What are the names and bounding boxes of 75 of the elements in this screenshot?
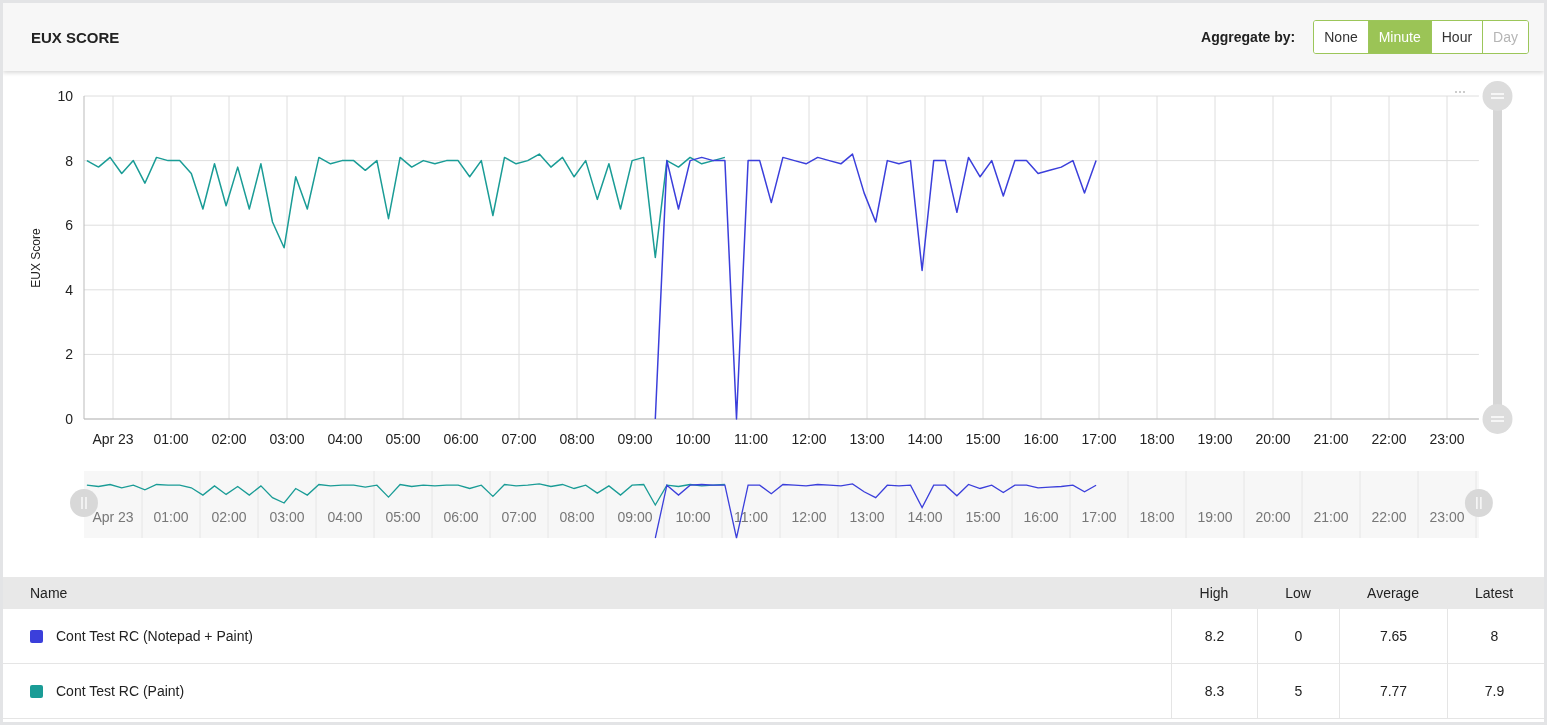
x-tick-label: 12:00 — [791, 431, 827, 447]
table-cell: 0 — [1294, 628, 1303, 644]
navigator-time-label: 02:00 — [211, 509, 247, 525]
navigator-time-label: Apr 23 — [92, 509, 134, 525]
x-tick-label: 23:00 — [1429, 431, 1465, 447]
navigator-time-label: 18:00 — [1139, 509, 1175, 525]
x-tick-label: 05:00 — [385, 431, 421, 447]
table-cell: 7.9 — [1484, 683, 1505, 699]
navigator-right-handle[interactable] — [1464, 489, 1493, 517]
table-cell: 8 — [1490, 628, 1499, 644]
y-tick-label: 0 — [65, 411, 73, 427]
series-name: Cont Test RC (Notepad + Paint) — [56, 628, 253, 644]
x-tick-label: 01:00 — [153, 431, 189, 447]
x-tick-label: 13:00 — [849, 431, 885, 447]
column-header: Name — [29, 585, 69, 601]
table-cell: 8.2 — [1204, 628, 1225, 644]
navigator-time-label: 14:00 — [907, 509, 943, 525]
navigator-time-label: 04:00 — [327, 509, 363, 525]
aggregate-label: Aggregate by: — [1201, 29, 1296, 45]
column-header: Low — [1284, 585, 1312, 601]
aggregate-option-button[interactable]: Hour — [1430, 21, 1483, 53]
table-cell: 8.3 — [1204, 683, 1225, 699]
navigator-time-label: 20:00 — [1255, 509, 1291, 525]
vertical-range-scrollbar[interactable] — [1482, 81, 1513, 434]
y-tick-label: 10 — [57, 88, 73, 104]
navigator-time-label: 15:00 — [965, 509, 1001, 525]
x-tick-label: 17:00 — [1081, 431, 1117, 447]
x-tick-label: 10:00 — [675, 431, 711, 447]
navigator-time-label: 10:00 — [675, 509, 711, 525]
navigator-time-label: 21:00 — [1313, 509, 1349, 525]
y-tick-label: 4 — [65, 281, 73, 298]
column-header: Latest — [1473, 585, 1515, 601]
column-header: Average — [1366, 585, 1420, 601]
navigator-time-label: 01:00 — [153, 509, 189, 525]
x-tick-label: 20:00 — [1255, 431, 1291, 447]
x-tick-label: 21:00 — [1313, 431, 1349, 447]
x-tick-label: 15:00 — [965, 431, 1001, 447]
x-tick-label: Apr 23 — [92, 431, 134, 447]
aggregate-option-button[interactable]: None — [1314, 21, 1368, 53]
x-tick-label: 08:00 — [559, 431, 595, 447]
navigator-time-label: 16:00 — [1023, 509, 1059, 525]
table-cell: 7.65 — [1379, 628, 1408, 644]
x-tick-label: 19:00 — [1197, 431, 1233, 447]
navigator-time-label: 23:00 — [1429, 509, 1465, 525]
table-cell: 5 — [1294, 683, 1303, 699]
column-header: High — [1198, 585, 1230, 601]
x-tick-label: 03:00 — [269, 431, 305, 447]
navigator-time-label: 07:00 — [501, 509, 537, 525]
x-tick-label: 14:00 — [907, 431, 943, 447]
y-tick-label: 8 — [65, 152, 73, 169]
series-name: Cont Test RC (Paint) — [56, 683, 185, 699]
navigator-time-label: 22:00 — [1371, 509, 1407, 525]
x-tick-label: 22:00 — [1371, 431, 1407, 447]
x-tick-label: 04:00 — [327, 431, 363, 447]
y-tick-label: 2 — [65, 346, 73, 363]
y-axis-title: EUX Score — [29, 228, 43, 288]
navigator-time-label: 19:00 — [1197, 509, 1233, 525]
x-tick-label: 11:00 — [734, 431, 768, 447]
navigator-time-label: 12:00 — [791, 509, 827, 525]
navigator-time-label: 05:00 — [385, 509, 421, 525]
x-tick-label: 02:00 — [211, 431, 247, 447]
navigator-time-label: 17:00 — [1081, 509, 1117, 525]
table-cell: 7.77 — [1379, 683, 1408, 699]
navigator-time-label: 03:00 — [269, 509, 305, 525]
x-tick-label: 16:00 — [1023, 431, 1059, 447]
navigator-time-label: 08:00 — [559, 509, 595, 525]
navigator-time-label: 06:00 — [443, 509, 479, 525]
navigator-time-label: 13:00 — [849, 509, 885, 525]
x-tick-label: 09:00 — [617, 431, 653, 447]
x-tick-label: 07:00 — [501, 431, 537, 447]
navigator-time-label: 09:00 — [617, 509, 653, 525]
y-tick-label: 6 — [65, 217, 73, 234]
x-tick-label: 18:00 — [1139, 431, 1175, 447]
panel-title: EUX SCORE — [31, 28, 120, 46]
x-tick-label: 06:00 — [443, 431, 479, 447]
